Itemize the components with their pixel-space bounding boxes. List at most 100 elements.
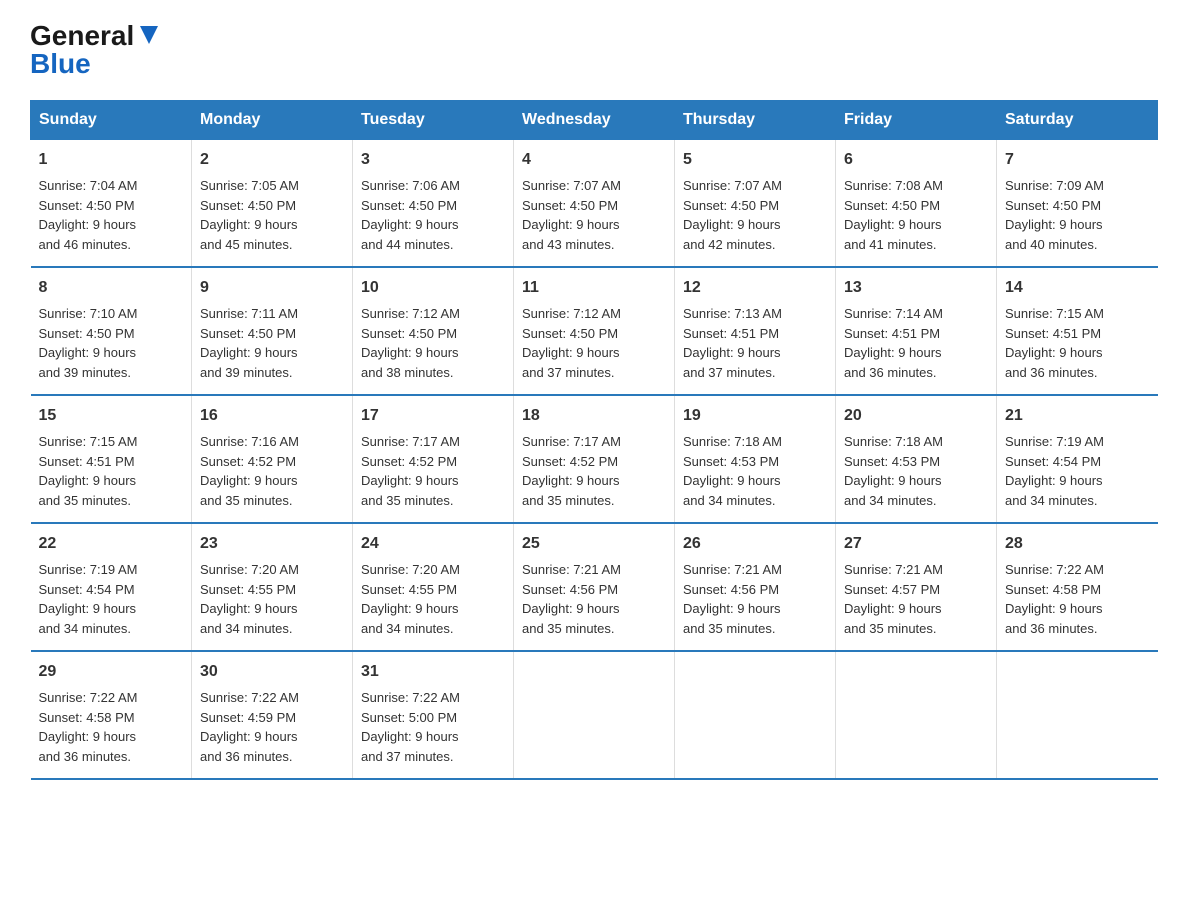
day-info: Sunrise: 7:14 AM Sunset: 4:51 PM Dayligh…	[844, 306, 943, 380]
calendar-header-row: SundayMondayTuesdayWednesdayThursdayFrid…	[31, 101, 1158, 140]
day-info: Sunrise: 7:21 AM Sunset: 4:56 PM Dayligh…	[683, 562, 782, 636]
calendar-cell	[997, 651, 1158, 779]
day-number: 21	[1005, 404, 1150, 428]
day-info: Sunrise: 7:12 AM Sunset: 4:50 PM Dayligh…	[361, 306, 460, 380]
day-number: 4	[522, 148, 666, 172]
day-info: Sunrise: 7:19 AM Sunset: 4:54 PM Dayligh…	[1005, 434, 1104, 508]
day-number: 13	[844, 276, 988, 300]
day-info: Sunrise: 7:15 AM Sunset: 4:51 PM Dayligh…	[39, 434, 138, 508]
header-saturday: Saturday	[997, 101, 1158, 140]
calendar-cell: 5 Sunrise: 7:07 AM Sunset: 4:50 PM Dayli…	[675, 140, 836, 268]
day-number: 5	[683, 148, 827, 172]
week-row-1: 1 Sunrise: 7:04 AM Sunset: 4:50 PM Dayli…	[31, 140, 1158, 268]
day-info: Sunrise: 7:15 AM Sunset: 4:51 PM Dayligh…	[1005, 306, 1104, 380]
calendar-cell: 31 Sunrise: 7:22 AM Sunset: 5:00 PM Dayl…	[353, 651, 514, 779]
day-number: 8	[39, 276, 184, 300]
calendar-cell: 30 Sunrise: 7:22 AM Sunset: 4:59 PM Dayl…	[192, 651, 353, 779]
day-info: Sunrise: 7:09 AM Sunset: 4:50 PM Dayligh…	[1005, 178, 1104, 252]
day-number: 26	[683, 532, 827, 556]
calendar-cell: 2 Sunrise: 7:05 AM Sunset: 4:50 PM Dayli…	[192, 140, 353, 268]
day-number: 23	[200, 532, 344, 556]
day-number: 6	[844, 148, 988, 172]
header-wednesday: Wednesday	[514, 101, 675, 140]
day-number: 29	[39, 660, 184, 684]
day-info: Sunrise: 7:06 AM Sunset: 4:50 PM Dayligh…	[361, 178, 460, 252]
day-number: 7	[1005, 148, 1150, 172]
calendar-cell: 3 Sunrise: 7:06 AM Sunset: 4:50 PM Dayli…	[353, 140, 514, 268]
calendar-cell: 14 Sunrise: 7:15 AM Sunset: 4:51 PM Dayl…	[997, 267, 1158, 395]
calendar-cell: 24 Sunrise: 7:20 AM Sunset: 4:55 PM Dayl…	[353, 523, 514, 651]
day-number: 28	[1005, 532, 1150, 556]
week-row-4: 22 Sunrise: 7:19 AM Sunset: 4:54 PM Dayl…	[31, 523, 1158, 651]
day-info: Sunrise: 7:16 AM Sunset: 4:52 PM Dayligh…	[200, 434, 299, 508]
day-info: Sunrise: 7:22 AM Sunset: 4:59 PM Dayligh…	[200, 690, 299, 764]
calendar-cell: 21 Sunrise: 7:19 AM Sunset: 4:54 PM Dayl…	[997, 395, 1158, 523]
day-info: Sunrise: 7:18 AM Sunset: 4:53 PM Dayligh…	[844, 434, 943, 508]
week-row-2: 8 Sunrise: 7:10 AM Sunset: 4:50 PM Dayli…	[31, 267, 1158, 395]
calendar-cell: 15 Sunrise: 7:15 AM Sunset: 4:51 PM Dayl…	[31, 395, 192, 523]
header-tuesday: Tuesday	[353, 101, 514, 140]
day-info: Sunrise: 7:07 AM Sunset: 4:50 PM Dayligh…	[683, 178, 782, 252]
day-info: Sunrise: 7:04 AM Sunset: 4:50 PM Dayligh…	[39, 178, 138, 252]
calendar-cell: 19 Sunrise: 7:18 AM Sunset: 4:53 PM Dayl…	[675, 395, 836, 523]
logo-arrow-icon	[138, 24, 160, 51]
calendar-cell: 20 Sunrise: 7:18 AM Sunset: 4:53 PM Dayl…	[836, 395, 997, 523]
calendar-cell	[675, 651, 836, 779]
day-info: Sunrise: 7:22 AM Sunset: 5:00 PM Dayligh…	[361, 690, 460, 764]
day-info: Sunrise: 7:22 AM Sunset: 4:58 PM Dayligh…	[1005, 562, 1104, 636]
day-number: 19	[683, 404, 827, 428]
day-number: 24	[361, 532, 505, 556]
header-sunday: Sunday	[31, 101, 192, 140]
calendar-cell: 11 Sunrise: 7:12 AM Sunset: 4:50 PM Dayl…	[514, 267, 675, 395]
calendar-cell: 9 Sunrise: 7:11 AM Sunset: 4:50 PM Dayli…	[192, 267, 353, 395]
day-number: 25	[522, 532, 666, 556]
day-number: 11	[522, 276, 666, 300]
calendar-cell: 16 Sunrise: 7:16 AM Sunset: 4:52 PM Dayl…	[192, 395, 353, 523]
calendar-cell: 1 Sunrise: 7:04 AM Sunset: 4:50 PM Dayli…	[31, 140, 192, 268]
day-number: 3	[361, 148, 505, 172]
day-info: Sunrise: 7:05 AM Sunset: 4:50 PM Dayligh…	[200, 178, 299, 252]
header-monday: Monday	[192, 101, 353, 140]
day-info: Sunrise: 7:20 AM Sunset: 4:55 PM Dayligh…	[200, 562, 299, 636]
day-number: 9	[200, 276, 344, 300]
day-info: Sunrise: 7:22 AM Sunset: 4:58 PM Dayligh…	[39, 690, 138, 764]
day-info: Sunrise: 7:11 AM Sunset: 4:50 PM Dayligh…	[200, 306, 298, 380]
calendar-cell: 12 Sunrise: 7:13 AM Sunset: 4:51 PM Dayl…	[675, 267, 836, 395]
calendar-cell: 17 Sunrise: 7:17 AM Sunset: 4:52 PM Dayl…	[353, 395, 514, 523]
calendar-cell: 13 Sunrise: 7:14 AM Sunset: 4:51 PM Dayl…	[836, 267, 997, 395]
calendar-cell: 18 Sunrise: 7:17 AM Sunset: 4:52 PM Dayl…	[514, 395, 675, 523]
day-info: Sunrise: 7:17 AM Sunset: 4:52 PM Dayligh…	[361, 434, 460, 508]
calendar-cell: 7 Sunrise: 7:09 AM Sunset: 4:50 PM Dayli…	[997, 140, 1158, 268]
calendar-cell: 28 Sunrise: 7:22 AM Sunset: 4:58 PM Dayl…	[997, 523, 1158, 651]
calendar-cell: 6 Sunrise: 7:08 AM Sunset: 4:50 PM Dayli…	[836, 140, 997, 268]
day-number: 22	[39, 532, 184, 556]
logo-blue: Blue	[30, 48, 91, 80]
day-info: Sunrise: 7:13 AM Sunset: 4:51 PM Dayligh…	[683, 306, 782, 380]
day-number: 16	[200, 404, 344, 428]
day-info: Sunrise: 7:19 AM Sunset: 4:54 PM Dayligh…	[39, 562, 138, 636]
day-number: 31	[361, 660, 505, 684]
day-info: Sunrise: 7:12 AM Sunset: 4:50 PM Dayligh…	[522, 306, 621, 380]
day-number: 17	[361, 404, 505, 428]
calendar-cell: 22 Sunrise: 7:19 AM Sunset: 4:54 PM Dayl…	[31, 523, 192, 651]
day-number: 1	[39, 148, 184, 172]
day-info: Sunrise: 7:07 AM Sunset: 4:50 PM Dayligh…	[522, 178, 621, 252]
calendar-cell: 23 Sunrise: 7:20 AM Sunset: 4:55 PM Dayl…	[192, 523, 353, 651]
day-number: 18	[522, 404, 666, 428]
calendar-cell: 27 Sunrise: 7:21 AM Sunset: 4:57 PM Dayl…	[836, 523, 997, 651]
day-info: Sunrise: 7:08 AM Sunset: 4:50 PM Dayligh…	[844, 178, 943, 252]
calendar-table: SundayMondayTuesdayWednesdayThursdayFrid…	[30, 100, 1158, 780]
calendar-cell	[514, 651, 675, 779]
week-row-5: 29 Sunrise: 7:22 AM Sunset: 4:58 PM Dayl…	[31, 651, 1158, 779]
day-info: Sunrise: 7:17 AM Sunset: 4:52 PM Dayligh…	[522, 434, 621, 508]
day-info: Sunrise: 7:21 AM Sunset: 4:57 PM Dayligh…	[844, 562, 943, 636]
calendar-cell	[836, 651, 997, 779]
page-header: General Blue	[30, 20, 1158, 80]
day-number: 20	[844, 404, 988, 428]
day-number: 27	[844, 532, 988, 556]
day-number: 14	[1005, 276, 1150, 300]
day-info: Sunrise: 7:20 AM Sunset: 4:55 PM Dayligh…	[361, 562, 460, 636]
calendar-cell: 25 Sunrise: 7:21 AM Sunset: 4:56 PM Dayl…	[514, 523, 675, 651]
day-number: 2	[200, 148, 344, 172]
calendar-cell: 10 Sunrise: 7:12 AM Sunset: 4:50 PM Dayl…	[353, 267, 514, 395]
